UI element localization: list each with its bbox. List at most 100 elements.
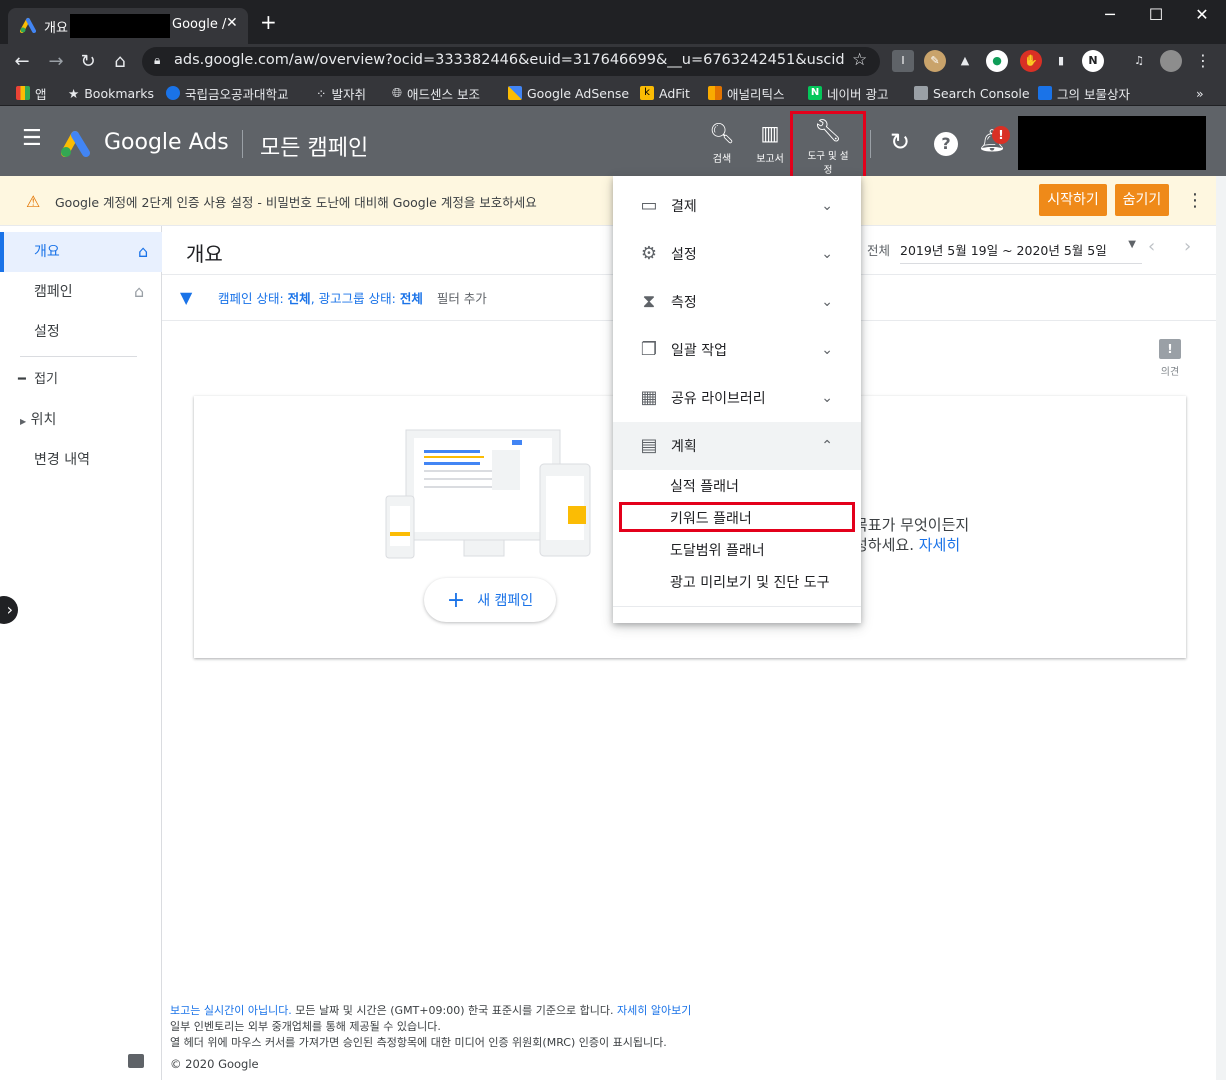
naver-icon: N (808, 86, 822, 100)
dots-icon: ⁘ (316, 85, 327, 101)
banner-text: Google 계정에 2단계 인증 사용 설정 - 비밀번호 도난에 대비해 G… (55, 195, 537, 210)
menu-bottom-divider (613, 606, 861, 607)
url-text: ads.google.com/aw/overview?ocid=33338244… (174, 52, 844, 68)
sidebar-item-overview[interactable]: 개요 ⌂ (0, 232, 162, 272)
extension-icon-3[interactable]: ▲ (954, 50, 976, 72)
menu-item-settings[interactable]: ⚙ 설정 ⌄ (613, 230, 861, 278)
chevron-down-icon: ⌄ (821, 390, 833, 406)
redacted-block (70, 14, 170, 38)
learn-more-link[interactable]: 자세히 (919, 536, 960, 554)
hamburger-menu-icon[interactable]: ☰ (22, 128, 42, 150)
next-date-icon[interactable]: › (1184, 236, 1191, 257)
bookmark-analytics[interactable]: 애널리틱스 (708, 83, 785, 103)
search-console-icon (914, 86, 928, 100)
help-icon[interactable]: ? (934, 132, 958, 156)
menu-sub-performance-planner[interactable]: 실적 플래너 (670, 476, 739, 496)
menu-item-planning[interactable]: ▤ 계획 ⌃ (613, 422, 861, 470)
footer-copyright: © 2020 Google (170, 1057, 259, 1071)
extension-icon-5[interactable]: ✋ (1020, 50, 1042, 72)
media-icon[interactable]: ♫ (1128, 50, 1150, 72)
copy-icon: ❐ (640, 339, 658, 360)
page-scrollbar[interactable] (1216, 176, 1226, 1080)
ads-header: ☰ Google Ads 모든 캠페인 🔍︎ 검색 ▥ 보고서 🔧︎ 도구 및 … (0, 106, 1226, 179)
extension-icon-4[interactable]: ● (986, 50, 1008, 72)
feedback-icon: ! (1159, 339, 1181, 359)
bookmark-naver-ads[interactable]: N 네이버 광고 (808, 83, 888, 103)
sidebar-item-campaigns[interactable]: 캠페인 ⌂ (0, 272, 162, 312)
forward-icon[interactable]: → (42, 48, 70, 76)
hide-button[interactable]: 숨기기 (1115, 184, 1169, 216)
page-title: 모든 캠페인 (260, 136, 369, 161)
filter-bar[interactable]: 캠페인 상태: 전체, 광고그룹 상태: 전체 필터 추가 (218, 288, 487, 307)
menu-dots-icon[interactable]: ⋮ (1192, 50, 1214, 72)
adsense-icon (508, 86, 522, 100)
tab-title: 개요 (44, 21, 68, 36)
minimize-icon[interactable]: ─ (1086, 4, 1134, 26)
address-bar[interactable]: 🔒︎ ads.google.com/aw/overview?ocid=33338… (142, 47, 880, 76)
browser-tab[interactable]: 개요 Google / ✕ (8, 8, 248, 44)
adfit-icon: k (640, 86, 654, 100)
maximize-icon[interactable]: ☐ (1132, 4, 1180, 26)
bookmark-adsense-helper[interactable]: 🌐︎ 애드센스 보조 (392, 83, 480, 103)
close-tab-icon[interactable]: ✕ (226, 15, 238, 31)
bookmark-bookmarks[interactable]: ★ Bookmarks (68, 83, 154, 103)
bookmark-apps[interactable]: 앱 (16, 83, 47, 103)
triangle-right-icon: ▶ (20, 417, 27, 426)
refresh-icon[interactable]: ↻ (890, 130, 910, 154)
chevron-down-icon: ⌄ (821, 342, 833, 358)
dsm-icon (1038, 86, 1052, 100)
banner-more-icon[interactable]: ⋮ (1186, 190, 1204, 211)
sidebar-item-location[interactable]: ▶ 위치 (0, 400, 162, 440)
search-button[interactable]: 🔍︎ 검색 (700, 122, 744, 165)
home-icon[interactable]: ⌂ (134, 272, 144, 312)
new-campaign-button[interactable]: + 새 캠페인 (424, 578, 556, 622)
analytics-icon (708, 86, 722, 100)
star-icon[interactable]: ☆ (852, 50, 867, 70)
extension-icon-2[interactable]: ✎ (924, 50, 946, 72)
bookmark-adfit[interactable]: k AdFit (640, 83, 690, 103)
reload-icon[interactable]: ↻ (74, 48, 102, 76)
globe-icon: 🌐︎ (392, 85, 403, 100)
menu-sub-reach-planner[interactable]: 도달범위 플래너 (670, 540, 765, 560)
start-button[interactable]: 시작하기 (1039, 184, 1107, 216)
bookmark-kumoh[interactable]: 국립금오공과대학교 (166, 83, 289, 103)
filter-icon[interactable]: ▼ (180, 288, 192, 307)
extension-icon-1[interactable]: I (892, 50, 914, 72)
more-bookmarks-icon[interactable]: » (1196, 83, 1204, 103)
menu-item-bulk-actions[interactable]: ❐ 일괄 작업 ⌄ (613, 326, 861, 374)
redacted-account-block (1018, 116, 1206, 170)
prev-date-icon[interactable]: ‹ (1148, 236, 1155, 257)
home-icon[interactable]: ⌂ (138, 232, 148, 272)
footer-line-3: 열 헤더 위에 마우스 커서를 가져가면 승인된 측정항목에 대한 미디어 인증… (170, 1036, 667, 1049)
menu-sub-ad-preview-tool[interactable]: 광고 미리보기 및 진단 도구 (670, 572, 829, 592)
bookmark-footprint[interactable]: ⁘ 발자취 (316, 83, 366, 103)
menu-sub-keyword-planner[interactable]: 키워드 플래너 (670, 508, 752, 528)
menu-item-shared-library[interactable]: ▦ 공유 라이브러리 ⌄ (613, 374, 861, 422)
sidebar-item-change-history[interactable]: 변경 내역 (0, 440, 162, 480)
extension-icon-7[interactable]: N (1082, 50, 1104, 72)
new-tab-icon[interactable]: + (260, 12, 277, 32)
home-icon[interactable]: ⌂ (106, 48, 134, 76)
wrench-icon: 🔧︎ (814, 119, 842, 144)
plus-icon: + (446, 587, 466, 613)
calendar-icon: ▤ (640, 435, 658, 456)
feedback-button[interactable]: ! 의견 (1152, 338, 1188, 378)
sidebar-collapse[interactable]: ━ 접기 (0, 360, 162, 400)
reports-button[interactable]: ▥ 보고서 (748, 122, 792, 165)
close-window-icon[interactable]: ✕ (1178, 4, 1226, 26)
date-range-selector[interactable]: 2019년 5월 19일 ~ 2020년 5월 5일 ▼ (900, 234, 1142, 264)
bookmark-google-adsense[interactable]: Google AdSense (508, 83, 629, 103)
warning-icon: ⚠ (26, 192, 41, 211)
profile-avatar[interactable] (1160, 50, 1182, 72)
bookmark-search-console[interactable]: Search Console (914, 83, 1030, 103)
tools-settings-button[interactable]: 🔧︎ 도구 및 설 정 (790, 111, 866, 179)
bookmark-treasure[interactable]: 그의 보물상자 (1038, 83, 1130, 103)
google-ads-favicon (20, 17, 36, 33)
add-filter-link[interactable]: 필터 추가 (437, 291, 487, 306)
extension-icon-6[interactable]: ▮ (1050, 50, 1072, 72)
sidebar-item-settings[interactable]: 설정 (0, 312, 162, 352)
back-icon[interactable]: ← (8, 48, 36, 76)
menu-item-measurement[interactable]: ⧗ 측정 ⌄ (613, 278, 861, 326)
feedback-small-icon[interactable] (128, 1054, 144, 1068)
menu-item-billing[interactable]: ▭ 결제 ⌄ (613, 182, 861, 230)
